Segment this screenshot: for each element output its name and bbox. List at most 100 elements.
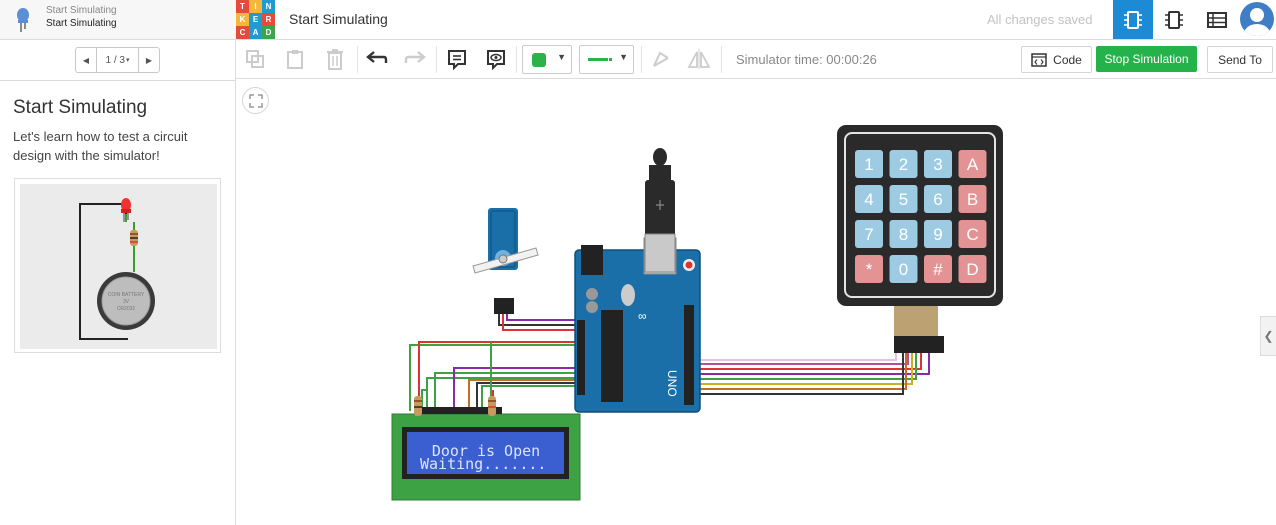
keypad-key[interactable]: C <box>958 220 987 248</box>
keypad-key[interactable]: B <box>958 185 987 213</box>
arduino-uno-board[interactable]: UNO ∞ <box>574 237 701 413</box>
schematic-icon <box>1165 10 1183 29</box>
keypad-key-label: 5 <box>899 190 908 209</box>
keypad-key[interactable]: 1 <box>855 150 883 178</box>
usb-cable <box>644 148 676 273</box>
keypad-key[interactable]: 8 <box>889 220 918 248</box>
keypad-key[interactable]: D <box>958 255 987 283</box>
code-button[interactable]: Code <box>1021 46 1092 73</box>
flip-icon <box>687 49 711 69</box>
keypad-key-label: 1 <box>864 155 873 174</box>
keypad-key[interactable]: 3 <box>924 150 952 178</box>
resistor[interactable] <box>488 396 496 416</box>
component-list-button[interactable] <box>1197 0 1237 39</box>
keypad-key-label: * <box>866 260 873 279</box>
notes-button[interactable] <box>442 44 472 74</box>
document-title[interactable]: Start Simulating <box>289 11 388 27</box>
keypad-key[interactable]: 4 <box>855 185 883 213</box>
logo-letter: I <box>249 0 262 13</box>
toolbar: ▼ ▼ Simulator time: 00:00:26 Code Stop S… <box>236 40 1276 79</box>
divider <box>641 46 642 73</box>
keypad-key[interactable]: 6 <box>924 185 952 213</box>
keypad-key[interactable]: * <box>855 255 883 283</box>
chevron-right-icon[interactable]: ▶ <box>139 48 159 72</box>
keypad-key-label: 8 <box>899 225 908 244</box>
keypad-key-label: B <box>967 190 978 209</box>
lcd-display-module[interactable]: Door is Open Waiting....... <box>391 407 581 501</box>
divider <box>721 46 722 73</box>
undo-icon <box>366 51 388 63</box>
logo-letter: C <box>236 26 249 39</box>
divider <box>357 46 358 73</box>
chevron-left-icon[interactable]: ◀ <box>76 48 96 72</box>
copy-icon <box>246 50 264 68</box>
paste-button[interactable] <box>280 44 310 74</box>
arduino-logo-icon: ∞ <box>638 309 647 323</box>
redo-button[interactable] <box>400 44 430 74</box>
lesson-pager: ◀ 1 / 3 ▾ ▶ <box>75 47 160 73</box>
caret-down-icon: ▾ <box>125 57 130 64</box>
keypad-key-label: 0 <box>899 260 908 279</box>
circuit-diagram: UNO ∞ Door is Open Waiting....... 1 2 3 … <box>391 125 1003 501</box>
keypad-key[interactable]: 0 <box>889 255 918 283</box>
undo-button[interactable] <box>362 44 392 74</box>
led-bulb-icon <box>17 8 29 32</box>
keypad-key[interactable]: 2 <box>889 150 918 178</box>
keypad-key-label: # <box>933 260 943 279</box>
annotation-visibility-button[interactable] <box>481 44 511 74</box>
page-label: 1 / 3 <box>105 54 125 66</box>
keypad-key[interactable]: 7 <box>855 220 883 248</box>
circuit-canvas[interactable]: UNO ∞ Door is Open Waiting....... 1 2 3 … <box>236 80 1276 525</box>
color-swatch <box>532 53 546 67</box>
logo-letter: A <box>249 26 262 39</box>
circuit-view-button[interactable] <box>1113 0 1153 39</box>
caret-down-icon: ▼ <box>619 52 628 62</box>
schematic-view-button[interactable] <box>1154 0 1194 39</box>
rotate-icon <box>653 51 669 67</box>
lesson-description: Let's learn how to test a circuit design… <box>13 129 188 163</box>
divider <box>0 80 236 81</box>
lesson-panel: Start Simulating Start Simulating ◀ 1 / … <box>0 0 236 525</box>
user-icon <box>1244 8 1270 36</box>
lesson-header[interactable]: Start Simulating Start Simulating <box>0 0 236 40</box>
flip-button[interactable] <box>684 44 714 74</box>
keypad-key[interactable]: 5 <box>889 185 918 213</box>
keypad-key-label: 9 <box>933 225 942 244</box>
lesson-heading: Start Simulating <box>13 97 148 118</box>
eye-icon <box>487 50 505 70</box>
keypad-key[interactable]: # <box>924 255 952 283</box>
caret-down-icon: ▼ <box>557 52 566 62</box>
keypad-key-label: A <box>967 155 979 174</box>
page-select[interactable]: 1 / 3 ▾ <box>96 48 139 72</box>
wire-color-dropdown[interactable]: ▼ <box>522 45 572 74</box>
logo-letter: K <box>236 13 249 26</box>
battery-label-1: COIN BATTERY <box>108 292 145 298</box>
collapse-panel-button[interactable]: ❮ <box>1260 316 1276 356</box>
logo-letter: N <box>262 0 275 13</box>
rotate-button[interactable] <box>646 44 676 74</box>
code-label: Code <box>1053 52 1082 67</box>
paste-icon <box>287 50 303 69</box>
lesson-illustration: COIN BATTERY 3V CR2032 <box>14 178 221 353</box>
wire-type-dropdown[interactable]: ▼ <box>579 45 634 74</box>
keypad-key-label: C <box>966 225 978 244</box>
send-to-button[interactable]: Send To <box>1207 46 1273 73</box>
delete-button[interactable] <box>320 44 350 74</box>
servo-motor[interactable] <box>472 208 539 314</box>
trash-icon <box>327 49 343 70</box>
stop-simulation-button[interactable]: Stop Simulation <box>1096 46 1197 72</box>
lcd-line-2: Waiting....... <box>420 455 546 473</box>
user-avatar[interactable] <box>1240 2 1274 36</box>
keypad-key-label: 3 <box>933 155 942 174</box>
keypad-key-label: 4 <box>864 190 873 209</box>
resistor[interactable] <box>414 396 422 416</box>
logo-letter: E <box>249 13 262 26</box>
keypad-key[interactable]: A <box>958 150 987 178</box>
tinkercad-logo[interactable]: T I N K E R C A D <box>236 0 275 39</box>
top-header: T I N K E R C A D Start Simulating All c… <box>236 0 1276 40</box>
copy-button[interactable] <box>240 44 270 74</box>
course-title: Start Simulating <box>46 5 117 16</box>
keypad-key[interactable]: 9 <box>924 220 952 248</box>
code-editor-icon <box>1031 52 1047 67</box>
divider <box>436 46 437 73</box>
